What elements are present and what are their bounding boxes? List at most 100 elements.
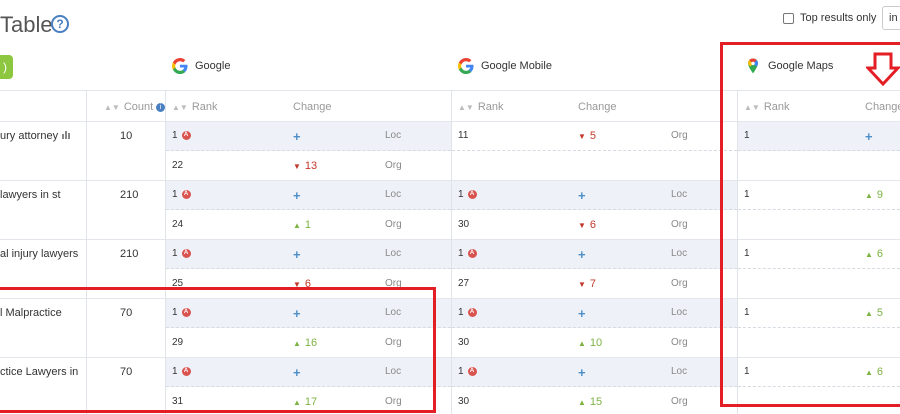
engine-google-mobile-label: Google Mobile	[481, 60, 552, 72]
rank-number: 30	[458, 396, 470, 407]
change-value: ▲ 15	[578, 396, 602, 408]
down-arrow-icon: ▼	[578, 132, 586, 141]
result-type: Org	[385, 160, 402, 171]
rank-number: 1	[458, 366, 464, 377]
sort-icon: ▲▼	[104, 103, 120, 112]
rank-number: 1	[458, 307, 464, 318]
change-value: ▼ 5	[578, 130, 596, 142]
result-type: Org	[385, 219, 402, 230]
keyword-text: al injury lawyers	[0, 248, 79, 260]
rank-value: 30	[458, 219, 469, 230]
new-plus-icon: +	[293, 188, 301, 203]
result-type: Loc	[385, 248, 402, 259]
change-value: +	[578, 365, 586, 380]
new-plus-icon: +	[578, 247, 586, 262]
highlight-box-google	[0, 287, 436, 413]
google-change-header[interactable]: Change	[293, 101, 332, 113]
up-arrow-icon: ▲	[578, 398, 586, 407]
down-arrow-icon	[866, 52, 900, 86]
result-type: Org	[671, 278, 688, 289]
rank-number: 1	[458, 248, 464, 259]
result-type: Org	[671, 337, 688, 348]
change-value: +	[578, 247, 586, 262]
result-type: Loc	[385, 189, 402, 200]
rank-value: 1A	[172, 189, 191, 200]
rank-number: 1	[458, 189, 464, 200]
engine-google: Google	[172, 58, 230, 74]
rank-number: 27	[458, 278, 470, 289]
change-value: +	[293, 247, 301, 262]
result-type: Loc	[385, 130, 402, 141]
rank-value: 27	[458, 278, 469, 289]
change-number: 15	[589, 396, 603, 408]
up-arrow-icon: ▲	[578, 339, 586, 348]
scope-select[interactable]: in t	[882, 6, 900, 30]
rank-value: 22	[172, 160, 183, 171]
change-value: +	[578, 188, 586, 203]
top-results-toggle[interactable]: Top results only	[783, 12, 876, 24]
engine-google-mobile: Google Mobile	[458, 58, 552, 74]
count-header[interactable]: ▲▼ Count i	[104, 101, 166, 113]
new-plus-icon: +	[578, 188, 586, 203]
google-rank-header[interactable]: ▲▼ Rank	[172, 101, 218, 113]
rank-number: 11	[458, 130, 469, 141]
help-icon[interactable]: ?	[51, 15, 69, 33]
up-arrow-icon: ▲	[293, 221, 301, 230]
result-type: Loc	[671, 248, 688, 259]
local-pack-badge-icon: A	[181, 248, 191, 258]
google-g-icon	[172, 58, 188, 74]
count-value: 210	[120, 248, 139, 260]
local-pack-badge-icon: A	[467, 307, 477, 317]
top-results-label: Top results only	[800, 12, 877, 24]
mobile-rank-header[interactable]: ▲▼ Rank	[458, 101, 504, 113]
sort-icon: ▲▼	[172, 103, 188, 112]
change-value: +	[578, 306, 586, 321]
sort-icon: ▲▼	[458, 103, 474, 112]
local-pack-badge-icon: A	[467, 189, 477, 199]
top-results-checkbox[interactable]	[783, 12, 794, 24]
page-title: Table	[0, 12, 53, 37]
change-value: ▼ 6	[578, 219, 596, 231]
mobile-change-header[interactable]: Change	[578, 101, 617, 113]
rank-value: 30	[458, 337, 469, 348]
result-type: Loc	[671, 189, 688, 200]
green-action-button[interactable]: )	[0, 55, 13, 79]
rank-number: 30	[458, 337, 470, 348]
rank-number: 22	[172, 160, 184, 171]
rank-value: 1A	[172, 248, 191, 259]
change-value: ▼ 7	[578, 278, 596, 290]
engine-google-label: Google	[195, 60, 231, 72]
change-value: +	[293, 129, 301, 144]
keyword-cell[interactable]: al injury lawyers	[0, 248, 78, 260]
down-arrow-icon: ▼	[293, 162, 301, 171]
count-value: 210	[120, 189, 139, 201]
new-plus-icon: +	[293, 247, 301, 262]
change-number: 7	[589, 278, 597, 290]
rank-value: 30	[458, 396, 469, 407]
keyword-cell[interactable]: ury attorney	[0, 130, 71, 142]
change-value: ▼ 13	[293, 160, 317, 172]
local-pack-badge-icon: A	[181, 130, 191, 140]
change-number: 6	[589, 219, 597, 231]
rank-number: 1	[172, 189, 178, 200]
rank-value: 24	[172, 219, 183, 230]
change-number: 5	[589, 130, 597, 142]
down-arrow-icon: ▼	[578, 280, 586, 289]
rank-number: 30	[458, 219, 470, 230]
change-number: 10	[589, 337, 603, 349]
new-plus-icon: +	[293, 129, 301, 144]
result-type: Loc	[671, 366, 688, 377]
down-arrow-icon: ▼	[578, 221, 586, 230]
rank-number: 1	[172, 130, 178, 141]
rank-value: 1A	[458, 189, 477, 200]
rank-value: 11	[458, 130, 468, 141]
rank-number: 1	[172, 248, 178, 259]
keyword-text: ury attorney	[0, 130, 59, 142]
change-value: +	[293, 188, 301, 203]
google-g-icon	[458, 58, 474, 74]
result-type: Org	[671, 396, 688, 407]
highlight-box-maps	[720, 42, 900, 407]
info-icon[interactable]: i	[156, 102, 166, 112]
keyword-cell[interactable]: lawyers in st	[0, 189, 61, 201]
result-type: Org	[671, 219, 688, 230]
